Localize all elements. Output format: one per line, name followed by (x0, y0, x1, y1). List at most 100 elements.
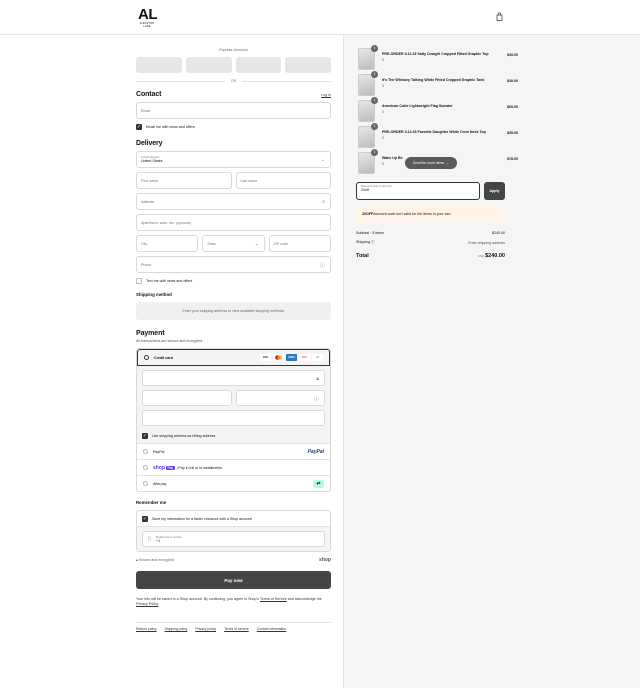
paypal-logo: PayPal (307, 448, 324, 455)
login-link[interactable]: Log in (321, 93, 331, 97)
paypal-option[interactable]: PayPal PayPal (137, 443, 330, 459)
pay-now-button[interactable]: Pay now (136, 571, 331, 589)
shop-logo: shop (319, 557, 331, 563)
express-pay-button[interactable] (285, 57, 331, 73)
chevron-down-icon: ⌄ (320, 157, 325, 163)
contact-information-link[interactable]: Contact information (257, 627, 286, 631)
product-image: 1 (358, 71, 378, 96)
delivery-title: Delivery (136, 140, 163, 147)
checkbox-checked-icon: ✓ (136, 124, 142, 130)
help-icon[interactable]: ⓘ (314, 396, 319, 403)
apply-button[interactable]: Apply (484, 182, 505, 200)
radio-selected-icon (144, 355, 149, 360)
mobile-phone-field[interactable]: ▯ Mobile phone number +1 (142, 531, 325, 547)
privacy-link[interactable]: Privacy Policy (136, 602, 158, 606)
card-fields: 🔒︎ ⓘ ✓ Use shipping address as billing ad… (137, 366, 330, 443)
help-icon[interactable]: ⓘ (320, 262, 325, 269)
help-icon[interactable]: ⓘ (371, 240, 375, 244)
cart-item: 1 PRE-ORDER 3.13.25 Favorite Daughter Wh… (358, 123, 518, 150)
country-select[interactable]: Country/Region United States ⌄ (136, 151, 331, 168)
state-select[interactable]: State ⌄ (202, 235, 265, 252)
chevron-down-icon: ⌄ (446, 161, 449, 165)
credit-card-option[interactable]: Credit card VISA AMEX DISC +5 (137, 349, 330, 366)
quantity-badge: 1 (371, 123, 378, 130)
shopping-bag-icon[interactable] (496, 12, 503, 21)
footer-links: Refund policy Shipping policy Privacy po… (136, 622, 331, 631)
legal-text: Your info will be saved to a Shop accoun… (136, 597, 322, 606)
product-image: 1 (358, 149, 378, 174)
quantity-badge: 1 (371, 45, 378, 52)
product-image: 1 (358, 45, 378, 70)
quantity-badge: 1 (371, 149, 378, 156)
express-pay-button[interactable] (185, 57, 232, 73)
chevron-down-icon: ⌄ (254, 241, 259, 247)
billing-checkbox[interactable]: ✓ Use shipping address as billing address (142, 433, 325, 439)
name-on-card-field[interactable] (142, 410, 325, 426)
text-offers-checkbox[interactable]: Text me with news and offers (136, 278, 331, 284)
express-checkout-label: Express checkout (219, 48, 248, 52)
order-summary: 1 PRE-ORDER 3.11.25 Salty Cowgirl Croppe… (343, 35, 640, 688)
quantity-badge: 1 (371, 97, 378, 104)
first-name-field[interactable]: First name (136, 172, 232, 189)
discount-input[interactable]: Discount code or gift card 20off (356, 182, 480, 200)
card-logos: VISA AMEX DISC +5 (260, 354, 323, 361)
amex-icon: AMEX (286, 354, 297, 361)
remember-box: ✓ Save my information for a faster checko… (136, 510, 331, 552)
phone-field[interactable]: Phone ⓘ (136, 256, 331, 273)
afterpay-icon: ⇄ (313, 479, 324, 488)
afterpay-option[interactable]: Afterpay ⇄ (137, 475, 330, 491)
city-field[interactable]: City (136, 235, 199, 252)
mastercard-icon (273, 354, 284, 361)
payment-title: Payment (136, 330, 165, 337)
scroll-more-tooltip[interactable]: Scroll for more items ⌄ (405, 157, 457, 169)
checkbox-checked-icon: ✓ (142, 515, 148, 522)
cart-item: 1 American Cutie Lightweight Flag Sweate… (358, 97, 518, 124)
payment-subtitle: All transactions are secure and encrypte… (136, 339, 204, 343)
shipping-policy-link[interactable]: Shipping policy (165, 627, 188, 631)
visa-icon: VISA (260, 354, 271, 361)
shipping-method-title: Shipping method (136, 292, 172, 297)
address-field[interactable]: Address ⌕ (136, 193, 331, 210)
express-buttons (136, 57, 331, 73)
card-number-field[interactable]: 🔒︎ (142, 370, 325, 386)
checkout-form: Express checkout OR Contact Log in Email… (136, 35, 332, 631)
discover-icon: DISC (299, 354, 310, 361)
email-field[interactable]: Email (136, 102, 331, 119)
product-image: 1 (358, 123, 378, 148)
shop-pay-logo: shop (153, 464, 165, 471)
express-pay-button[interactable] (136, 57, 182, 73)
product-image: 1 (358, 97, 378, 122)
terms-link[interactable]: Terms of Service (260, 597, 287, 601)
cart-item: 1 It's The Whiskey Talking White Fitted … (358, 71, 518, 98)
terms-of-service-link[interactable]: Terms of service (224, 627, 249, 631)
zip-field[interactable]: ZIP code (268, 235, 331, 252)
quantity-badge: 1 (371, 71, 378, 78)
expiration-field[interactable] (142, 390, 232, 406)
search-icon: ⌕ (322, 199, 325, 205)
discount-error: 20OFF discount code isn't valid for the … (356, 205, 505, 222)
lock-icon: 🔒︎ (316, 376, 319, 382)
store-logo[interactable]: AL ANNISTON LANE (138, 7, 158, 28)
privacy-policy-link[interactable]: Privacy policy (195, 627, 216, 631)
shop-pay-option[interactable]: shop Pay | Pay in full or in installment… (137, 459, 330, 475)
payment-options: Credit card VISA AMEX DISC +5 🔒︎ ⓘ ✓ Use … (136, 348, 331, 492)
shipping-method-note: Enter your shipping address to view avai… (136, 302, 331, 320)
cart-item: 1 PRE-ORDER 3.11.25 Salty Cowgirl Croppe… (358, 45, 518, 72)
refund-policy-link[interactable]: Refund policy (136, 627, 157, 631)
secure-note: 🔒︎ Secure and encrypted (136, 558, 175, 562)
checkbox-checked-icon: ✓ (142, 433, 148, 439)
totals: Subtotal · 5 items $240.00 Shipping ⓘ Ente… (356, 231, 505, 259)
mobile-icon: ▯ (148, 536, 151, 542)
apartment-field[interactable]: Apartment, suite, etc. (optional) (136, 214, 331, 231)
remember-me-title: Remember me (136, 500, 167, 505)
express-pay-button[interactable] (235, 57, 282, 73)
lock-icon: 🔒︎ (136, 558, 138, 562)
contact-title: Contact (136, 91, 162, 98)
last-name-field[interactable]: Last name (235, 172, 331, 189)
security-code-field[interactable]: ⓘ (235, 390, 325, 406)
or-divider: OR (136, 79, 332, 83)
header: AL ANNISTON LANE (0, 0, 640, 35)
more-cards-badge: +5 (312, 354, 323, 361)
news-checkbox[interactable]: ✓ Email me with news and offers (136, 124, 331, 130)
save-info-checkbox[interactable]: ✓ Save my information for a faster checko… (137, 511, 330, 526)
